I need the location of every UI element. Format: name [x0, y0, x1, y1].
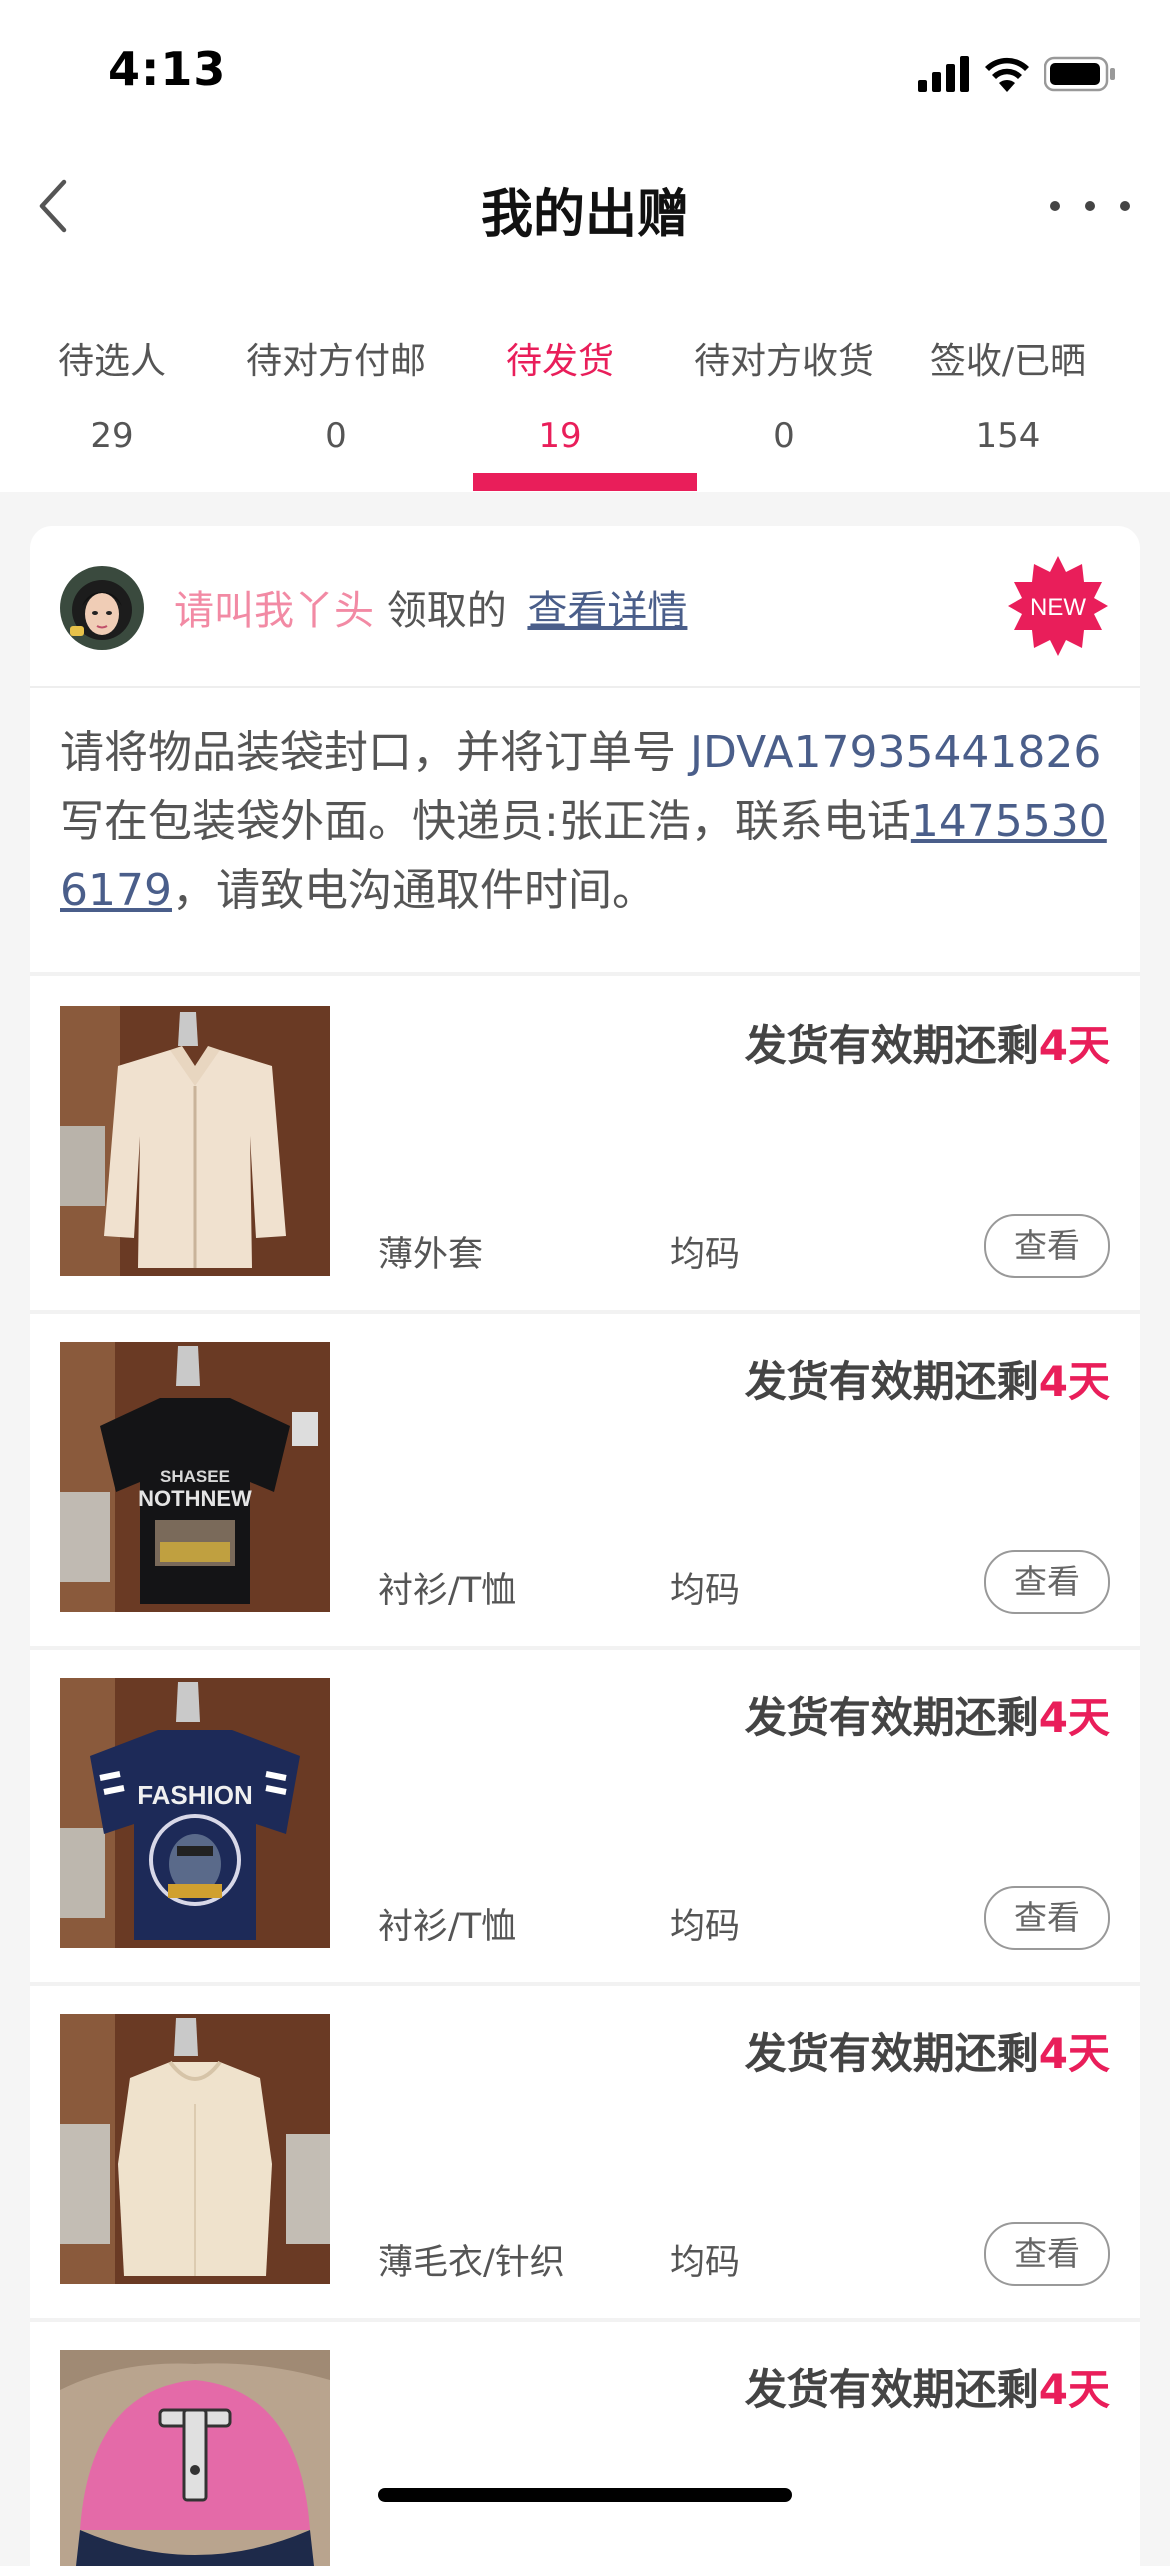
status-icons [918, 52, 1116, 96]
tab-pending-shipment[interactable]: 待发货 19 [448, 320, 672, 492]
avatar[interactable] [60, 566, 144, 650]
ship-deadline: 发货有效期还剩4天 [745, 1012, 1110, 1073]
status-tabs: 待选人 29 待对方付邮 0 待发货 19 待对方收货 0 签收/已晒 154 [0, 320, 1170, 492]
view-button[interactable]: 查看 [984, 2222, 1110, 2286]
shirt-print-text: FASHION [137, 1780, 253, 1810]
deadline-days: 4天 [1038, 2029, 1110, 2078]
status-time: 4:13 [108, 42, 227, 96]
home-indicator[interactable] [378, 2488, 792, 2502]
tab-count: 29 [90, 416, 134, 456]
instruction-text: 写在包装袋外面。快递员:张正浩，联系电话 [60, 796, 911, 847]
shipment-card: 请叫我丫头 领取的 查看详情 NEW 请将物品装袋封口，并将订单号 JDVA17… [30, 526, 1140, 2566]
view-button[interactable]: 查看 [984, 1886, 1110, 1950]
deadline-label: 发货有效期还剩 [744, 1021, 1039, 1070]
list-item: FASHION 发货有效期还剩4天 衬衫/T恤 均码 查看 [30, 1648, 1140, 1986]
page-title: 我的出赠 [480, 185, 689, 245]
order-number: JDVA17935441826 [690, 727, 1102, 778]
tab-received[interactable]: 签收/已晒 154 [896, 320, 1120, 492]
view-details-link[interactable]: 查看详情 [527, 588, 687, 634]
shipping-instruction: 请将物品装袋封口，并将订单号 JDVA17935441826 写在包装袋外面。快… [60, 718, 1110, 925]
item-size: 均码 [670, 2243, 741, 2283]
item-photo[interactable]: SHASEE NOTHNEW [60, 1342, 330, 1612]
active-tab-indicator [473, 473, 697, 491]
new-badge: NEW [1008, 556, 1108, 656]
wifi-icon [985, 57, 1029, 92]
item-size: 均码 [670, 1235, 741, 1275]
tab-label: 签收/已晒 [929, 341, 1087, 382]
tab-pending-receipt[interactable]: 待对方收货 0 [672, 320, 896, 492]
shirt-print-text: NOTHNEW [138, 1486, 252, 1511]
new-badge-text: NEW [1030, 594, 1086, 621]
cap-photo [60, 2350, 330, 2566]
list-item: SHASEE NOTHNEW 发货有效期还剩4天 衬衫/T恤 均码 查看 [30, 1312, 1140, 1650]
more-dot-icon [1050, 201, 1060, 211]
deadline-label: 发货有效期还剩 [744, 2365, 1039, 2414]
item-photo[interactable] [60, 2014, 330, 2284]
more-button[interactable] [1050, 188, 1130, 224]
tab-count: 19 [538, 416, 582, 456]
item-category: 薄毛衣/针织 [378, 2243, 565, 2283]
item-photo[interactable] [60, 1006, 330, 1276]
ship-deadline: 发货有效期还剩4天 [745, 2356, 1110, 2417]
shirt-print-text: SHASEE [160, 1467, 230, 1486]
knit-vest-photo [60, 2014, 330, 2284]
more-dot-icon [1120, 201, 1130, 211]
view-button[interactable]: 查看 [984, 1550, 1110, 1614]
item-photo[interactable]: FASHION [60, 1678, 330, 1948]
card-header: 请叫我丫头 领取的 查看详情 NEW [30, 526, 1140, 688]
deadline-label: 发货有效期还剩 [744, 1357, 1039, 1406]
tab-label: 待发货 [505, 341, 614, 382]
more-dot-icon [1085, 201, 1095, 211]
list-item: 发货有效期还剩4天 薄毛衣/针织 均码 查看 [30, 1984, 1140, 2322]
deadline-days: 4天 [1038, 1357, 1110, 1406]
avatar-image [60, 566, 144, 650]
tab-pending-postage[interactable]: 待对方付邮 0 [224, 320, 448, 492]
battery-icon [1044, 56, 1115, 92]
claimed-text: 领取的 [386, 588, 507, 634]
instruction-text: ，请致电沟通取件时间。 [171, 865, 656, 916]
tab-pending-select[interactable]: 待选人 29 [0, 320, 224, 492]
tab-count: 154 [975, 416, 1041, 456]
jacket-photo [60, 1006, 330, 1276]
tshirt-photo: FASHION [60, 1678, 330, 1948]
deadline-days: 4天 [1038, 2365, 1110, 2414]
claim-line: 请叫我丫头 领取的 查看详情 [174, 578, 687, 636]
claimer-name[interactable]: 请叫我丫头 [174, 588, 374, 634]
instruction-text: 请将物品装袋封口，并将订单号 [60, 727, 690, 778]
tab-count: 0 [325, 416, 347, 456]
top-section: 4:13 我的出赠 待选人 29 待对方付邮 0 待发货 19 待对方收货 0 … [0, 0, 1170, 492]
ship-deadline: 发货有效期还剩4天 [745, 1348, 1110, 1409]
signal-icon [918, 56, 969, 92]
tab-label: 待对方付邮 [245, 341, 426, 382]
ship-deadline: 发货有效期还剩4天 [745, 1684, 1110, 1745]
deadline-days: 4天 [1038, 1693, 1110, 1742]
item-size: 均码 [670, 1571, 741, 1611]
list-item: 发货有效期还剩4天 薄外套 均码 查看 [30, 976, 1140, 1314]
item-category: 薄外套 [378, 1235, 484, 1275]
view-button[interactable]: 查看 [984, 1214, 1110, 1278]
item-photo[interactable] [60, 2350, 330, 2566]
item-size: 均码 [670, 1907, 741, 1947]
tshirt-photo: SHASEE NOTHNEW [60, 1342, 330, 1612]
list-item: 发货有效期还剩4天 [30, 2320, 1140, 2566]
item-category: 衬衫/T恤 [378, 1907, 517, 1947]
tab-count: 0 [773, 416, 795, 456]
tab-label: 待选人 [57, 341, 166, 382]
ship-deadline: 发货有效期还剩4天 [745, 2020, 1110, 2081]
deadline-label: 发货有效期还剩 [744, 2029, 1039, 2078]
deadline-days: 4天 [1038, 1021, 1110, 1070]
item-category: 衬衫/T恤 [378, 1571, 517, 1611]
tab-label: 待对方收货 [693, 341, 874, 382]
deadline-label: 发货有效期还剩 [744, 1693, 1039, 1742]
